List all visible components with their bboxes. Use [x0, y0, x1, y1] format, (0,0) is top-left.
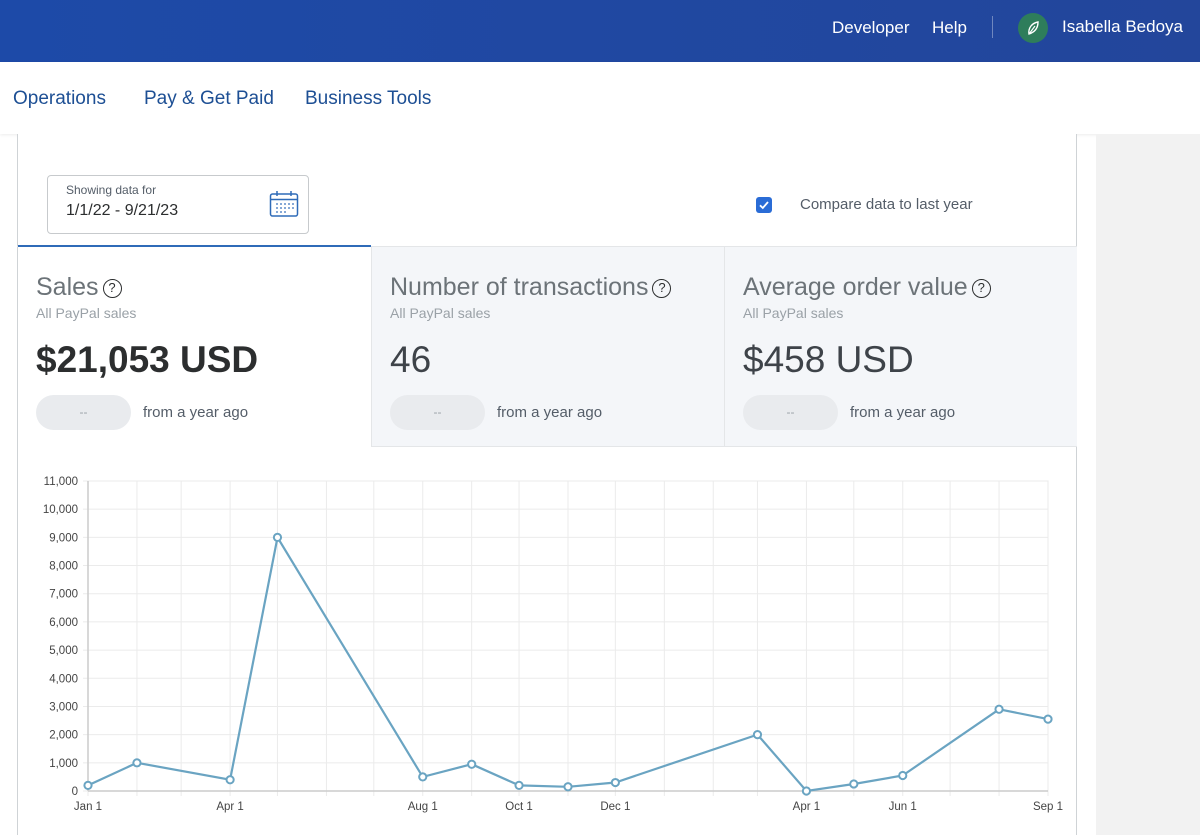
top-bar: Developer Help Isabella Bedoya [0, 0, 1200, 62]
sales-data-point [514, 780, 524, 790]
compare-label[interactable]: Compare data to last year [800, 196, 973, 213]
sales-data-point [898, 770, 908, 781]
metric-subtitle: All PayPal sales [36, 305, 137, 321]
metric-subtitle: All PayPal sales [390, 305, 491, 321]
metric-change-badge: -- [743, 395, 838, 430]
developer-link[interactable]: Developer [832, 18, 910, 38]
metric-change-label: from a year ago [850, 404, 956, 421]
nav-operations[interactable]: Operations [13, 88, 106, 110]
x-tick-label: Jan 1 [74, 801, 102, 813]
help-link[interactable]: Help [932, 18, 967, 38]
user-name[interactable]: Isabella Bedoya [1062, 17, 1183, 37]
topbar-divider [992, 16, 993, 38]
metric-change-badge: -- [36, 395, 131, 430]
compare-checkbox[interactable] [756, 197, 772, 213]
y-tick-label: 5,000 [49, 645, 78, 657]
y-tick-label: 9,000 [49, 532, 78, 544]
sales-data-point [418, 772, 428, 782]
x-tick-label: Jun 1 [889, 801, 917, 813]
y-tick-label: 3,000 [49, 701, 78, 713]
sales-data-point [1043, 714, 1053, 724]
y-tick-label: 1,000 [49, 758, 78, 770]
metric-value: $458 USD [743, 339, 914, 380]
sales-data-point [849, 779, 859, 789]
sales-data-point [563, 782, 573, 792]
metric-change-badge: -- [390, 395, 485, 430]
y-tick-label: 2,000 [49, 730, 78, 742]
y-tick-label: 6,000 [49, 617, 78, 629]
metric-tab-average-order[interactable]: Average order value? All PayPal sales $4… [724, 247, 1077, 447]
metric-value: 46 [390, 339, 432, 380]
metric-tab-sales[interactable]: Sales? All PayPal sales $21,053 USD -- f… [18, 245, 371, 445]
x-tick-label: Sep 1 [1033, 801, 1063, 813]
user-avatar[interactable] [1018, 13, 1048, 43]
metric-subtitle: All PayPal sales [743, 305, 844, 321]
y-tick-label: 11,000 [44, 476, 78, 488]
metric-change-label: from a year ago [497, 404, 603, 421]
metric-change-label: from a year ago [143, 404, 249, 421]
date-range-label: Showing data for [66, 183, 157, 197]
sales-data-point [83, 780, 93, 790]
y-tick-label: 0 [72, 786, 78, 798]
sales-data-point [225, 775, 235, 785]
metric-tab-transactions[interactable]: Number of transactions? All PayPal sales… [371, 247, 724, 447]
y-tick-label: 8,000 [49, 561, 78, 573]
help-circle-icon[interactable]: ? [652, 279, 672, 298]
date-range-value: 1/1/22 - 9/21/23 [66, 202, 179, 219]
leaf-avatar-icon [1028, 21, 1039, 35]
sales-data-point [752, 730, 763, 740]
nav-business-tools[interactable]: Business Tools [305, 88, 431, 110]
x-tick-label: Aug 1 [408, 801, 438, 813]
x-tick-label: Apr 1 [216, 801, 244, 813]
sales-data-point [132, 758, 142, 768]
x-tick-label: Dec 1 [600, 801, 630, 813]
sales-data-point [994, 704, 1004, 714]
right-gutter [1096, 134, 1200, 835]
help-circle-icon[interactable]: ? [971, 279, 991, 298]
nav-pay-get-paid[interactable]: Pay & Get Paid [144, 88, 274, 110]
metric-title: Average order value? [743, 273, 991, 302]
sales-line-chart: 0 1,000 2,000 3,000 4,000 5,000 6,000 7,000 8,00… [43, 476, 1063, 813]
sales-data-point [467, 759, 477, 769]
y-tick-label: 7,000 [49, 589, 78, 601]
main-nav: Operations Pay & Get Paid Business Tools [0, 62, 1200, 134]
sales-data-point [801, 786, 812, 796]
date-range-picker[interactable]: Showing data for 1/1/22 - 9/21/23 [47, 175, 309, 234]
calendar-icon[interactable] [269, 190, 299, 218]
x-tick-label: Oct 1 [505, 801, 532, 813]
y-tick-label: 4,000 [49, 673, 78, 685]
help-circle-icon[interactable]: ? [102, 279, 122, 298]
metric-title: Number of transactions? [390, 273, 672, 302]
sales-data-point [610, 777, 620, 788]
x-tick-label: Apr 1 [793, 801, 821, 813]
y-tick-label: 10,000 [43, 504, 78, 516]
metric-title: Sales? [36, 273, 122, 302]
metric-value: $21,053 USD [36, 339, 259, 380]
sales-data-point [272, 532, 283, 542]
checkmark-icon [759, 201, 769, 210]
